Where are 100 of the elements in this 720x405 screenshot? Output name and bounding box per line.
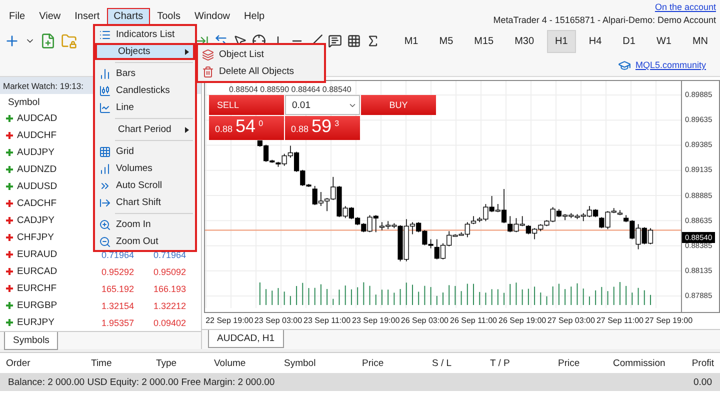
timeframe-button[interactable]: M1: [396, 30, 426, 52]
menu-entry[interactable]: Grid: [95, 143, 195, 160]
timeframe-button[interactable]: M5: [431, 30, 462, 52]
ohlc-values: 0.88504 0.88590 0.88464 0.88540: [229, 85, 352, 94]
timeframe-button[interactable]: M15: [466, 30, 502, 52]
chart-tab[interactable]: AUDCAD, H1: [208, 330, 284, 348]
symbol-name: AUDUSD: [17, 181, 58, 192]
symbol-name: EURAUD: [17, 249, 58, 260]
grid-icon[interactable]: [346, 34, 361, 48]
column-header: Order: [6, 358, 32, 369]
symbol-name: AUDJPY: [17, 147, 54, 158]
candlestick-icon: [99, 84, 111, 96]
bid-price: 165.192: [100, 284, 134, 294]
bid-quote[interactable]: 0.88 54 $^{0}$: [209, 116, 284, 140]
column-header: S / L: [432, 358, 453, 369]
bar-chart-icon: [99, 68, 111, 80]
menu-item[interactable]: Charts: [106, 8, 150, 25]
layers-icon: [202, 48, 214, 60]
column-header: Time: [91, 358, 113, 369]
symbol-name: EURJPY: [17, 317, 54, 328]
time-label: 23 Sep 11:00: [304, 316, 351, 325]
lot-field[interactable]: 0.01: [285, 95, 360, 115]
column-header: Symbol: [284, 358, 317, 369]
timeframe-button[interactable]: H1: [547, 30, 576, 52]
profit-value: 0.00: [694, 377, 712, 388]
menu-entry[interactable]: Chart Period: [95, 121, 195, 138]
ask-price: 0.95092: [152, 266, 186, 276]
timeframe-button[interactable]: M30: [506, 30, 542, 52]
buy-button[interactable]: BUY: [361, 95, 436, 115]
menu-item[interactable]: Tools: [150, 8, 188, 25]
column-header: Type: [156, 358, 178, 369]
symbol-name: CHFJPY: [17, 232, 54, 243]
column-header: T / P: [490, 358, 511, 369]
time-label: 27 Sep 03:00: [547, 316, 595, 325]
menu-entry[interactable]: Object List: [198, 46, 324, 63]
timeframe-button[interactable]: D1: [614, 30, 644, 52]
panel-title: Market Watch: 19:13:: [3, 80, 84, 90]
time-label: 23 Sep 19:00: [352, 316, 400, 325]
bid-price: 0.95292: [100, 266, 134, 276]
menu-entry[interactable]: Zoom In: [95, 216, 195, 233]
menu-entry[interactable]: Chart Shift: [95, 194, 195, 211]
time-label: 26 Sep 11:00: [450, 316, 497, 325]
volume-bars-icon: [99, 162, 111, 174]
trash-icon: [202, 66, 214, 78]
arrow-from-line-icon: [99, 196, 111, 208]
menu-entry[interactable]: Bars: [95, 65, 195, 82]
menu-item[interactable]: Help: [237, 8, 272, 25]
menu-item[interactable]: View: [32, 8, 68, 25]
menu-entry[interactable]: Indicators List: [95, 26, 195, 43]
menu-item[interactable]: File: [2, 8, 32, 25]
window-title: MetaTrader 4 - 15165871 - Alpari-Demo: Demo Account: [493, 15, 716, 25]
menu-entry[interactable]: Delete All Objects: [198, 63, 324, 80]
graduation-cap-icon: [618, 58, 632, 72]
bid-price: 1.32154: [100, 300, 134, 310]
timeframe-button[interactable]: MN: [684, 30, 716, 52]
zoom-out-icon: [99, 236, 111, 248]
timeframe-button[interactable]: H4: [580, 30, 610, 52]
column-header: Price: [558, 358, 581, 369]
grid-icon: [99, 146, 111, 158]
ask-quote[interactable]: 0.88 59 $^{3}$: [285, 116, 360, 140]
menu-entry[interactable]: Zoom Out: [95, 233, 195, 250]
column-header: Volume: [214, 358, 247, 369]
menu-entry[interactable]: Volumes: [95, 160, 195, 177]
symbols-tab[interactable]: Symbols: [4, 332, 58, 350]
zoom-in-icon: [99, 218, 111, 230]
column-header: Profit: [690, 358, 714, 369]
menu-entry[interactable]: Line: [95, 99, 195, 116]
menu-entry[interactable]: Objects: [95, 43, 195, 60]
menu-item[interactable]: Window: [187, 8, 238, 25]
timeframe-button[interactable]: W1: [648, 30, 680, 52]
new-chart-icon[interactable]: [4, 33, 20, 49]
time-label: 26 Sep 03:00: [400, 316, 448, 325]
community-link[interactable]: MQL5.community: [635, 60, 706, 70]
time-label: 23 Sep 03:00: [254, 316, 302, 325]
ask-price: 0.71964: [152, 250, 186, 260]
time-label: 26 Sep 19:00: [498, 316, 546, 325]
time-label: 22 Sep 19:00: [206, 316, 254, 325]
menu-entry[interactable]: Auto Scroll: [95, 177, 195, 194]
sell-button[interactable]: SELL: [209, 95, 284, 115]
symbol-name: AUDNZD: [17, 164, 57, 175]
symbol-name: AUDCHF: [17, 130, 57, 141]
line-chart-icon: [99, 102, 111, 114]
symbol-name: CADCHF: [17, 198, 57, 209]
account-link[interactable]: On the account: [654, 2, 716, 12]
column-header: Price: [362, 358, 385, 369]
new-file-icon[interactable]: [40, 33, 56, 49]
bid-price: 0.71964: [100, 250, 134, 260]
menu-item[interactable]: Insert: [68, 8, 107, 25]
ask-price: 0.09402: [152, 318, 186, 328]
menu-entry[interactable]: Candlesticks: [95, 82, 195, 99]
balance-text: Balance: 2 000.00 USD Equity: 2 000.00 Free Margin: 2 000.00: [8, 377, 275, 388]
ask-price: 1.32212: [152, 300, 186, 310]
column-header: Commission: [613, 358, 666, 369]
comment-icon[interactable]: [328, 34, 342, 48]
column-header: Symbol: [8, 96, 40, 108]
time-label: 27 Sep 19:00: [644, 316, 693, 325]
symbol-name: EURCAD: [17, 266, 58, 277]
symbol-name: AUDCAD: [17, 113, 58, 124]
bid-price: 1.95357: [100, 318, 134, 328]
symbol-name: EURGBP: [17, 300, 58, 311]
